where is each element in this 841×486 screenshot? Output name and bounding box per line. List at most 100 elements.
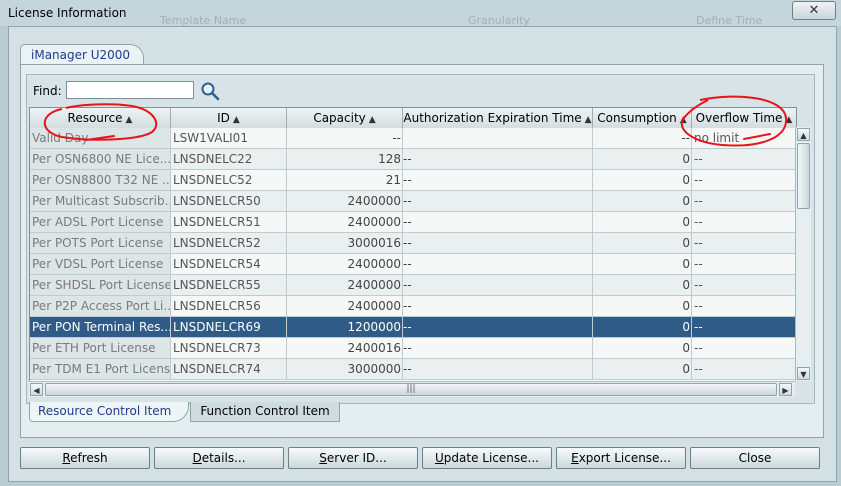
cell-expiration: -- bbox=[403, 275, 593, 296]
table-row[interactable]: Per TDM E1 Port License LNSDNELCR74 300000… bbox=[30, 359, 796, 380]
search-icon[interactable] bbox=[200, 81, 220, 101]
refresh-button[interactable]: Refresh bbox=[20, 447, 150, 469]
cell-expiration: -- bbox=[403, 317, 593, 338]
close-button[interactable]: Close bbox=[690, 447, 820, 469]
cell-resource: Per VDSL Port License bbox=[30, 254, 171, 275]
cell-resource: Valid Day bbox=[30, 128, 171, 149]
cell-capacity: 2400000 bbox=[287, 212, 403, 233]
scroll-left-button[interactable]: ◀ bbox=[30, 383, 43, 396]
table-row[interactable]: Per SHDSL Port License LNSDNELCR55 2400000… bbox=[30, 275, 796, 296]
cell-id: LSW1VALI01 bbox=[171, 128, 287, 149]
horizontal-scroll-thumb[interactable]: ||| bbox=[45, 383, 777, 396]
table-row[interactable]: Per OSN6800 NE Lice... LNSDNELC22 128 -- 0 -- bbox=[30, 149, 796, 170]
cell-overflow-time: -- bbox=[692, 170, 796, 191]
table-row[interactable]: Per VDSL Port License LNSDNELCR54 2400000-… bbox=[30, 254, 796, 275]
cell-resource: Per PON Terminal Res... bbox=[30, 317, 171, 338]
cell-consumption: 0 bbox=[593, 254, 692, 275]
find-input[interactable] bbox=[66, 81, 194, 99]
table-row[interactable]: Per P2P Access Port Li... LNSDNELCR56 2400… bbox=[30, 296, 796, 317]
cell-consumption: 0 bbox=[593, 233, 692, 254]
cell-resource: Per ETH Port License bbox=[30, 338, 171, 359]
table-row[interactable]: Per ETH Port License LNSDNELCR73 2400016 --… bbox=[30, 338, 796, 359]
vertical-scroll-thumb[interactable] bbox=[797, 143, 810, 209]
cell-resource: Per P2P Access Port Li... bbox=[30, 296, 171, 317]
cell-id: LNSDNELCR51 bbox=[171, 212, 287, 233]
cell-id: LNSDNELCR54 bbox=[171, 254, 287, 275]
cell-overflow-time: -- bbox=[692, 296, 796, 317]
find-label: Find: bbox=[33, 84, 62, 98]
column-header-resource[interactable]: Resource ▲ bbox=[30, 108, 171, 128]
scroll-up-button[interactable]: ▲ bbox=[797, 128, 810, 141]
tab-function-control-item[interactable]: Function Control Item bbox=[190, 402, 340, 422]
sort-up-icon: ▲ bbox=[125, 115, 133, 125]
table-row[interactable]: Per ADSL Port License LNSDNELCR51 2400000 -… bbox=[30, 212, 796, 233]
cell-resource: Per Multicast Subscrib... bbox=[30, 191, 171, 212]
cell-capacity: 3000016 bbox=[287, 233, 403, 254]
table-row[interactable]: Valid Day LSW1VALI01 -- -- no limit bbox=[30, 128, 796, 149]
cell-capacity: 3000000 bbox=[287, 359, 403, 380]
column-header-consumption[interactable]: Consumption ▲ bbox=[593, 108, 692, 128]
scroll-corner bbox=[795, 381, 810, 396]
cell-overflow-time: -- bbox=[692, 149, 796, 170]
cell-capacity: 2400000 bbox=[287, 254, 403, 275]
sort-up-icon: ▲ bbox=[785, 115, 793, 125]
cell-expiration: -- bbox=[403, 191, 593, 212]
cell-consumption: 0 bbox=[593, 359, 692, 380]
close-icon: ✕ bbox=[808, 3, 820, 18]
cell-consumption: 0 bbox=[593, 170, 692, 191]
cell-resource: Per OSN6800 NE Lice... bbox=[30, 149, 171, 170]
tab-imanager-u2000[interactable]: iManager U2000 bbox=[20, 44, 144, 65]
cell-id: LNSDNELC22 bbox=[171, 149, 287, 170]
cell-consumption: 0 bbox=[593, 275, 692, 296]
cell-resource: Per POTS Port License bbox=[30, 233, 171, 254]
tab-resource-control-item[interactable]: Resource Control Item bbox=[29, 402, 189, 422]
cell-capacity: 2400016 bbox=[287, 338, 403, 359]
column-header-expiration[interactable]: Authorization Expiration Time ▲ bbox=[403, 108, 593, 128]
table-row[interactable]: Per Multicast Subscrib... LNSDNELCR50 2400… bbox=[30, 191, 796, 212]
cell-resource: Per ADSL Port License bbox=[30, 212, 171, 233]
column-header-id[interactable]: ID ▲ bbox=[171, 108, 287, 128]
table-header: Resource ▲ ID ▲ Capacity ▲ Authorization Ex… bbox=[30, 108, 796, 129]
cell-expiration bbox=[403, 128, 593, 149]
scroll-right-button[interactable]: ▶ bbox=[779, 383, 792, 396]
cell-id: LNSDNELCR52 bbox=[171, 233, 287, 254]
cell-capacity: 2400000 bbox=[287, 191, 403, 212]
column-header-overflow-time[interactable]: Overflow Time ▲ bbox=[692, 108, 796, 128]
cell-overflow-time: -- bbox=[692, 212, 796, 233]
cell-consumption: 0 bbox=[593, 338, 692, 359]
title-bar[interactable]: Template Name Granularity Define Time Li… bbox=[0, 0, 841, 27]
cell-capacity: 128 bbox=[287, 149, 403, 170]
window-close-button[interactable]: ✕ bbox=[792, 1, 836, 20]
cell-expiration: -- bbox=[403, 296, 593, 317]
cell-overflow-time: -- bbox=[692, 359, 796, 380]
scroll-down-button[interactable]: ▼ bbox=[797, 367, 810, 380]
cell-overflow-time: -- bbox=[692, 233, 796, 254]
horizontal-scrollbar[interactable]: ◀ ||| ▶ bbox=[29, 381, 795, 397]
update-license-button[interactable]: Update License... bbox=[422, 447, 552, 469]
cell-consumption: -- bbox=[593, 128, 692, 149]
cell-expiration: -- bbox=[403, 254, 593, 275]
cell-resource: Per TDM E1 Port License bbox=[30, 359, 171, 380]
cell-overflow-time: -- bbox=[692, 191, 796, 212]
cell-expiration: -- bbox=[403, 338, 593, 359]
cell-consumption: 0 bbox=[593, 296, 692, 317]
details-button[interactable]: Details... bbox=[154, 447, 284, 469]
vertical-scrollbar[interactable]: ▲ ▼ bbox=[795, 127, 811, 381]
cell-expiration: -- bbox=[403, 149, 593, 170]
cell-overflow-time: -- bbox=[692, 254, 796, 275]
cell-expiration: -- bbox=[403, 170, 593, 191]
table-row[interactable]: Per OSN8800 T32 NE ... LNSDNELC52 21 -- 0 -- bbox=[30, 170, 796, 191]
cell-id: LNSDNELCR74 bbox=[171, 359, 287, 380]
export-license-button[interactable]: Export License... bbox=[556, 447, 686, 469]
table-row-selected[interactable]: Per PON Terminal Res... LNSDNELCR69 120000… bbox=[30, 317, 796, 338]
window-title: License Information bbox=[8, 6, 127, 20]
server-id-button[interactable]: Server ID... bbox=[288, 447, 418, 469]
cell-capacity: -- bbox=[287, 128, 403, 149]
column-header-capacity[interactable]: Capacity ▲ bbox=[287, 108, 403, 128]
cell-overflow-time: -- bbox=[692, 275, 796, 296]
cell-consumption: 0 bbox=[593, 317, 692, 338]
cell-id: LNSDNELC52 bbox=[171, 170, 287, 191]
table-row[interactable]: Per POTS Port License LNSDNELCR52 3000016 -… bbox=[30, 233, 796, 254]
cell-capacity: 2400000 bbox=[287, 296, 403, 317]
cell-id: LNSDNELCR73 bbox=[171, 338, 287, 359]
